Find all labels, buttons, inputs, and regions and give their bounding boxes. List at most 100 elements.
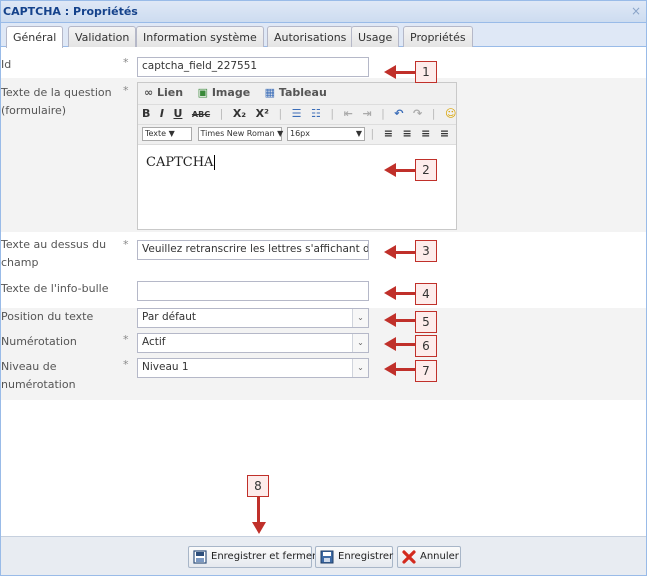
question-label: Texte de la question (formulaire) — [1, 84, 112, 120]
editor-tab-image[interactable]: ▣ Image — [198, 86, 251, 99]
bullet-list-icon[interactable]: ☰ — [292, 107, 302, 120]
tooltip-input[interactable] — [137, 281, 369, 301]
editor-format-row: Texte ▼ Times New Roman ▼ 16px ▼ | ≡ ≡ ≡… — [138, 125, 456, 145]
font-select[interactable]: Times New Roman ▼ — [197, 127, 283, 141]
callout-arrow-line — [394, 292, 416, 295]
id-label: Id — [1, 58, 12, 71]
level-required-marker: * — [123, 358, 129, 371]
callout-arrow-line — [394, 251, 416, 254]
dialog-footer: Enregistrer et fermer Enregistrer Annule… — [1, 536, 646, 575]
tab-system-info[interactable]: Information système — [136, 26, 264, 47]
chevron-down-icon[interactable]: ⌄ — [352, 334, 368, 352]
strikethrough-icon[interactable]: ABC — [192, 110, 210, 119]
indent-icon[interactable]: ⇥ — [362, 107, 371, 120]
table-icon: ▦ — [264, 86, 276, 99]
save-close-icon — [193, 550, 207, 564]
align-center-icon[interactable]: ≡ — [402, 127, 411, 140]
align-justify-icon[interactable]: ≡ — [440, 127, 449, 140]
above-text-input[interactable]: Veuillez retranscrire les lettres s'affi… — [137, 240, 369, 260]
callout-6: 6 — [415, 335, 437, 357]
level-label-line2: numérotation — [1, 378, 76, 391]
rich-text-editor: ∞ Lien ▣ Image ▦ Tableau B I U ABC | X₂ … — [137, 82, 457, 230]
save-close-button[interactable]: Enregistrer et fermer — [188, 546, 316, 568]
save-label: Enregistrer — [338, 551, 394, 562]
save-close-label: Enregistrer et fermer — [211, 551, 317, 562]
save-icon — [320, 550, 334, 564]
callout-8: 8 — [247, 475, 269, 497]
format-select-value: Texte — [145, 129, 167, 138]
chevron-down-icon[interactable]: ⌄ — [352, 309, 368, 327]
question-label-line2: (formulaire) — [1, 104, 67, 117]
bold-icon[interactable]: B — [142, 107, 150, 120]
id-input[interactable]: captcha_field_227551 — [137, 57, 369, 77]
outdent-icon[interactable]: ⇤ — [344, 107, 353, 120]
editor-tab-link[interactable]: ∞ Lien — [144, 86, 183, 99]
level-select-value: Niveau 1 — [142, 361, 189, 373]
align-left-icon[interactable]: ≡ — [384, 127, 393, 140]
tooltip-label: Texte de l'info-bulle — [1, 282, 109, 295]
question-label-line1: Texte de la question — [1, 86, 112, 99]
editor-tab-image-label: Image — [211, 86, 251, 99]
callout-7: 7 — [415, 360, 437, 382]
save-button[interactable]: Enregistrer — [315, 546, 393, 568]
toolbar-separator: | — [431, 107, 436, 120]
level-label: Niveau de numérotation — [1, 358, 76, 394]
undo-icon[interactable]: ↶ — [394, 107, 403, 120]
above-required-marker: * — [123, 238, 129, 251]
toolbar-separator: | — [370, 127, 375, 140]
close-icon[interactable]: × — [631, 4, 641, 18]
dialog-titlebar[interactable]: CAPTCHA : Propriétés × — [1, 1, 646, 23]
callout-arrow-line — [394, 343, 416, 346]
toolbar-separator: | — [381, 107, 385, 120]
editor-content[interactable]: CAPTCHA — [138, 145, 456, 180]
superscript-icon[interactable]: X² — [256, 107, 269, 120]
position-label: Position du texte — [1, 310, 94, 323]
callout-5: 5 — [415, 311, 437, 333]
question-required-marker: * — [123, 84, 129, 97]
redo-icon[interactable]: ↷ — [413, 107, 422, 120]
smiley-icon[interactable]: ☺ — [445, 107, 456, 120]
tab-validation[interactable]: Validation — [68, 26, 137, 47]
tab-strip: Général Validation Information système A… — [1, 23, 646, 48]
editor-text: CAPTCHA — [146, 155, 214, 170]
callout-3: 3 — [415, 240, 437, 262]
id-required-marker: * — [123, 56, 129, 69]
position-select[interactable]: Par défaut ⌄ — [137, 308, 369, 328]
callout-4: 4 — [415, 283, 437, 305]
callout-arrowhead — [252, 522, 266, 534]
callout-2: 2 — [415, 159, 437, 181]
editor-tab-table[interactable]: ▦ Tableau — [265, 86, 327, 99]
cancel-label: Annuler — [420, 551, 459, 562]
link-icon: ∞ — [144, 86, 154, 99]
tab-properties[interactable]: Propriétés — [403, 26, 473, 47]
editor-tab-row: ∞ Lien ▣ Image ▦ Tableau — [138, 83, 456, 105]
size-select[interactable]: 16px ▼ — [287, 127, 365, 141]
italic-icon[interactable]: I — [160, 107, 164, 120]
tab-permissions[interactable]: Autorisations — [267, 26, 354, 47]
level-select[interactable]: Niveau 1 ⌄ — [137, 358, 369, 378]
numbering-select-value: Actif — [142, 336, 166, 348]
numbering-select[interactable]: Actif ⌄ — [137, 333, 369, 353]
callout-arrow-line — [394, 368, 416, 371]
numbered-list-icon[interactable]: ☷ — [311, 107, 321, 120]
subscript-icon[interactable]: X₂ — [233, 107, 246, 120]
tab-general[interactable]: Général — [6, 26, 64, 48]
toolbar-separator: | — [219, 107, 224, 120]
above-label-line2: champ — [1, 256, 39, 269]
dialog-title: CAPTCHA : Propriétés — [3, 5, 138, 18]
toolbar-separator: | — [278, 107, 283, 120]
image-icon: ▣ — [197, 86, 208, 99]
cancel-button[interactable]: Annuler — [397, 546, 461, 568]
chevron-down-icon[interactable]: ⌄ — [352, 359, 368, 377]
above-label-line1: Texte au dessus du — [1, 238, 107, 251]
font-select-value: Times New Roman — [200, 129, 275, 138]
underline-icon[interactable]: U — [173, 107, 182, 120]
tab-usage[interactable]: Usage — [351, 26, 400, 47]
above-label: Texte au dessus du champ — [1, 236, 106, 272]
align-right-icon[interactable]: ≡ — [421, 127, 430, 140]
format-select[interactable]: Texte ▼ — [142, 127, 192, 141]
position-select-value: Par défaut — [142, 311, 196, 323]
level-label-line1: Niveau de — [1, 360, 57, 373]
callout-arrow-line — [394, 71, 416, 74]
size-select-value: 16px — [290, 129, 310, 138]
